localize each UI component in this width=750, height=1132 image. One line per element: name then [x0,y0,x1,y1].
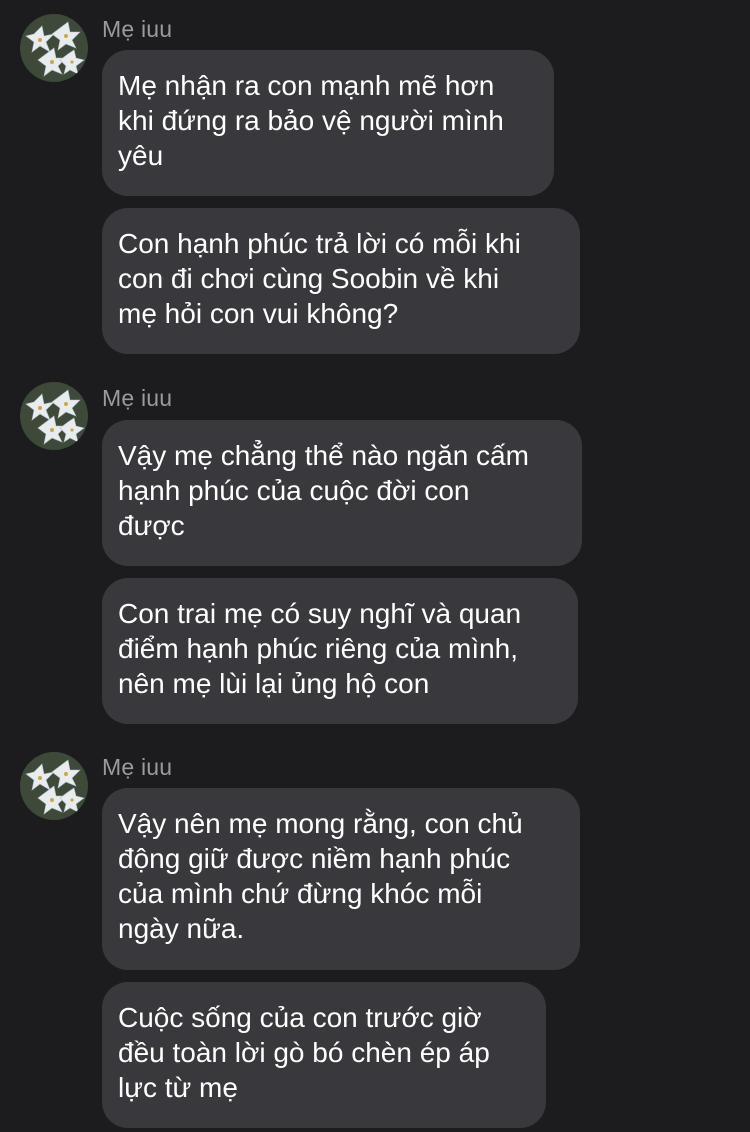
message-bubble[interactable]: Cuộc sống của con trước giờ đều toàn lời… [102,982,546,1128]
message-bubble[interactable]: Con hạnh phúc trả lời có mỗi khi con đi … [102,208,580,354]
message-bubble[interactable]: Con trai mẹ có suy nghĩ và quan điểm hạn… [102,578,578,724]
lily-flowers-icon [20,382,88,450]
message-bubble[interactable]: Vậy mẹ chẳng thể nào ngăn cấm hạnh phúc … [102,420,582,566]
sender-avatar[interactable] [20,752,88,820]
lily-flowers-icon [20,752,88,820]
sender-name: Mẹ iuu [102,385,173,411]
message-bubble[interactable]: Vậy nên mẹ mong rằng, con chủ động giữ đ… [102,788,580,970]
lily-flowers-icon [20,14,88,82]
sender-name: Mẹ iuu [102,16,173,42]
sender-avatar[interactable] [20,14,88,82]
sender-name: Mẹ iuu [102,754,173,780]
sender-avatar[interactable] [20,382,88,450]
message-bubble[interactable]: Mẹ nhận ra con mạnh mẽ hơn khi đứng ra b… [102,50,554,196]
